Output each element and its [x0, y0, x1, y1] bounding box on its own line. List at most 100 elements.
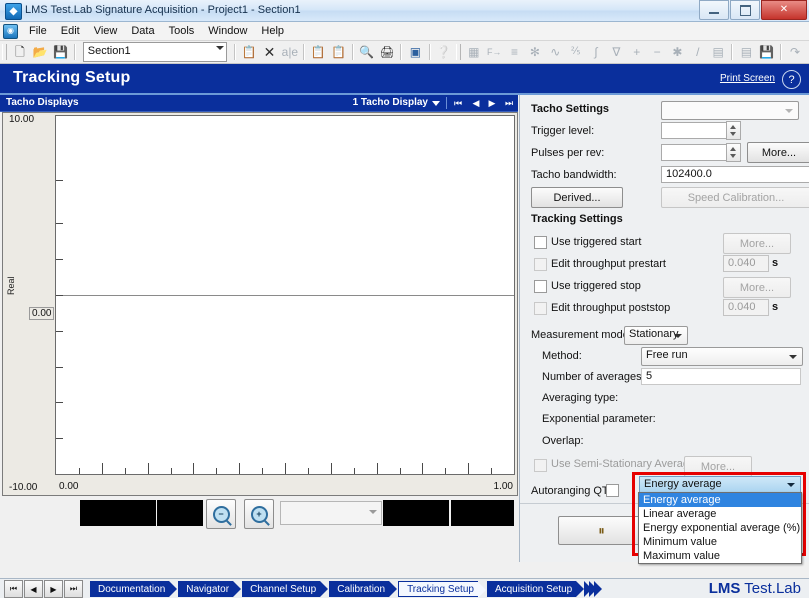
stepper-up-icon[interactable]: [730, 125, 736, 129]
curve-icon[interactable]: ∿: [546, 43, 564, 62]
fft-icon[interactable]: F→: [485, 43, 503, 62]
workflow-step-acquisition-setup[interactable]: Acquisition Setup: [486, 581, 585, 597]
more-steps-chevrons[interactable]: [584, 581, 603, 597]
dropdown-option-energy-average[interactable]: Energy average: [639, 493, 801, 507]
first-icon[interactable]: ⏮: [450, 96, 466, 110]
print-preview-icon[interactable]: 🔍: [358, 43, 376, 62]
cursor-mode-combo[interactable]: [280, 501, 382, 525]
speed-calibration-button[interactable]: Speed Calibration...: [661, 187, 809, 208]
open-folder-icon[interactable]: 📂: [31, 43, 49, 62]
zoom-in-button[interactable]: +: [244, 499, 274, 529]
minus-icon[interactable]: −: [648, 43, 666, 62]
next-icon[interactable]: ▶: [484, 96, 500, 110]
rename-icon[interactable]: a|e: [281, 43, 299, 62]
delete-x-icon[interactable]: ✕: [260, 43, 278, 62]
trigger-level-input[interactable]: [661, 122, 727, 139]
pause-button[interactable]: ⏸: [558, 516, 646, 545]
chevron-down-icon[interactable]: [432, 101, 440, 106]
print-screen-link[interactable]: Print Screen: [720, 73, 775, 84]
number-of-averages-input[interactable]: 5: [641, 368, 801, 385]
last-icon[interactable]: ⏭: [64, 580, 83, 598]
tacho-bandwidth-input[interactable]: 102400.0: [661, 166, 809, 183]
dropdown-option-minimum-value[interactable]: Minimum value: [639, 535, 801, 549]
trigger-level-stepper[interactable]: [726, 121, 741, 140]
stepper-up-icon[interactable]: [730, 147, 736, 151]
paste-icon[interactable]: 📋: [329, 43, 347, 62]
workflow-step-navigator[interactable]: Navigator: [178, 581, 241, 597]
integral-icon[interactable]: ∫: [587, 43, 605, 62]
previous-icon[interactable]: ◀: [468, 96, 484, 110]
properties-icon[interactable]: ▣: [406, 43, 424, 62]
toolbar-grip[interactable]: [455, 44, 461, 60]
zoom-out-button[interactable]: −: [206, 499, 236, 529]
menu-item-edit[interactable]: Edit: [54, 24, 87, 38]
table-icon[interactable]: ▤: [737, 43, 755, 62]
menu-item-window[interactable]: Window: [201, 24, 254, 38]
save-disk-icon[interactable]: 💾: [51, 43, 69, 62]
help-circle-icon[interactable]: ?: [782, 70, 801, 89]
toolbar-grip[interactable]: [2, 44, 7, 60]
tacho-display-selector[interactable]: 1 Tacho Display: [353, 97, 428, 108]
divide-icon[interactable]: /: [689, 43, 707, 62]
workflow-step-calibration[interactable]: Calibration: [329, 581, 397, 597]
dropdown-option-maximum-value[interactable]: Maximum value: [639, 549, 801, 563]
semi-stationary-checkbox[interactable]: [534, 459, 547, 472]
menu-item-data[interactable]: Data: [124, 24, 161, 38]
triggered-stop-more-button[interactable]: More...: [723, 277, 791, 298]
workflow-step-tracking-setup[interactable]: Tracking Setup: [398, 581, 487, 598]
new-file-icon[interactable]: 🗋: [11, 43, 29, 62]
use-triggered-start-checkbox[interactable]: [534, 236, 547, 249]
pulses-more-button[interactable]: More...: [747, 142, 809, 163]
autoranging-qtv-label: Autoranging QTV: [531, 485, 616, 497]
averaging-type-dropdown-list[interactable]: Energy average Linear average Energy exp…: [638, 492, 802, 564]
save-small-icon[interactable]: 💾: [758, 43, 776, 62]
undo-curve-icon[interactable]: ↷: [786, 43, 804, 62]
workflow-step-documentation[interactable]: Documentation: [90, 581, 178, 597]
edit-poststop-checkbox[interactable]: [534, 302, 547, 315]
semi-stationary-more-button[interactable]: More...: [684, 456, 752, 477]
edit-poststop-input[interactable]: 0.040: [723, 299, 769, 316]
grid-icon[interactable]: ▦: [465, 43, 483, 62]
use-triggered-stop-checkbox[interactable]: [534, 280, 547, 293]
derivative-icon[interactable]: ∇: [607, 43, 625, 62]
dropdown-option-energy-exponential-average[interactable]: Energy exponential average (%): [639, 521, 801, 535]
scatter-icon[interactable]: ✻: [526, 43, 544, 62]
pulses-per-rev-stepper[interactable]: [726, 143, 741, 162]
method-combo[interactable]: Free run: [641, 347, 803, 366]
plus-icon[interactable]: +: [628, 43, 646, 62]
triggered-start-more-button[interactable]: More...: [723, 233, 791, 254]
previous-icon[interactable]: ◀: [24, 580, 43, 598]
menu-item-file[interactable]: File: [22, 24, 54, 38]
print-icon[interactable]: 🖨: [378, 43, 396, 62]
pulses-per-rev-input[interactable]: [661, 144, 727, 161]
derived-button[interactable]: Derived...: [531, 187, 623, 208]
edit-prestart-input[interactable]: 0.040: [723, 255, 769, 272]
section-combo[interactable]: Section1: [82, 42, 228, 62]
stepper-down-icon[interactable]: [730, 132, 736, 136]
plot-container: Real 10.00 -10.00 0.00 0.00 1.00: [2, 112, 518, 496]
new-document-icon[interactable]: 📋: [240, 43, 258, 62]
menu-item-help[interactable]: Help: [254, 24, 291, 38]
next-icon[interactable]: ▶: [44, 580, 63, 598]
minimize-button[interactable]: [699, 0, 729, 20]
stepper-down-icon[interactable]: [730, 154, 736, 158]
sixdof-icon[interactable]: ▤: [709, 43, 727, 62]
edit-prestart-checkbox[interactable]: [534, 258, 547, 271]
dropdown-option-linear-average[interactable]: Linear average: [639, 507, 801, 521]
plot-area[interactable]: [55, 115, 515, 475]
first-icon[interactable]: ⏮: [4, 580, 23, 598]
last-icon[interactable]: ⏭: [501, 96, 517, 110]
multiply-icon[interactable]: ✱: [668, 43, 686, 62]
tacho-settings-combo[interactable]: [661, 101, 799, 120]
list-icon[interactable]: ≡: [505, 43, 523, 62]
help-question-icon[interactable]: ❔: [435, 43, 453, 62]
autoranging-qtv-checkbox[interactable]: [606, 484, 619, 497]
maximize-button[interactable]: [730, 0, 760, 20]
fraction-icon[interactable]: ⅖: [566, 43, 584, 62]
close-button[interactable]: ✕: [761, 0, 807, 20]
measurement-mode-combo[interactable]: Stationary: [624, 326, 688, 345]
menu-item-tools[interactable]: Tools: [162, 24, 202, 38]
copy-icon[interactable]: 📋: [309, 43, 327, 62]
workflow-step-channel-setup[interactable]: Channel Setup: [242, 581, 329, 597]
menu-item-view[interactable]: View: [87, 24, 125, 38]
